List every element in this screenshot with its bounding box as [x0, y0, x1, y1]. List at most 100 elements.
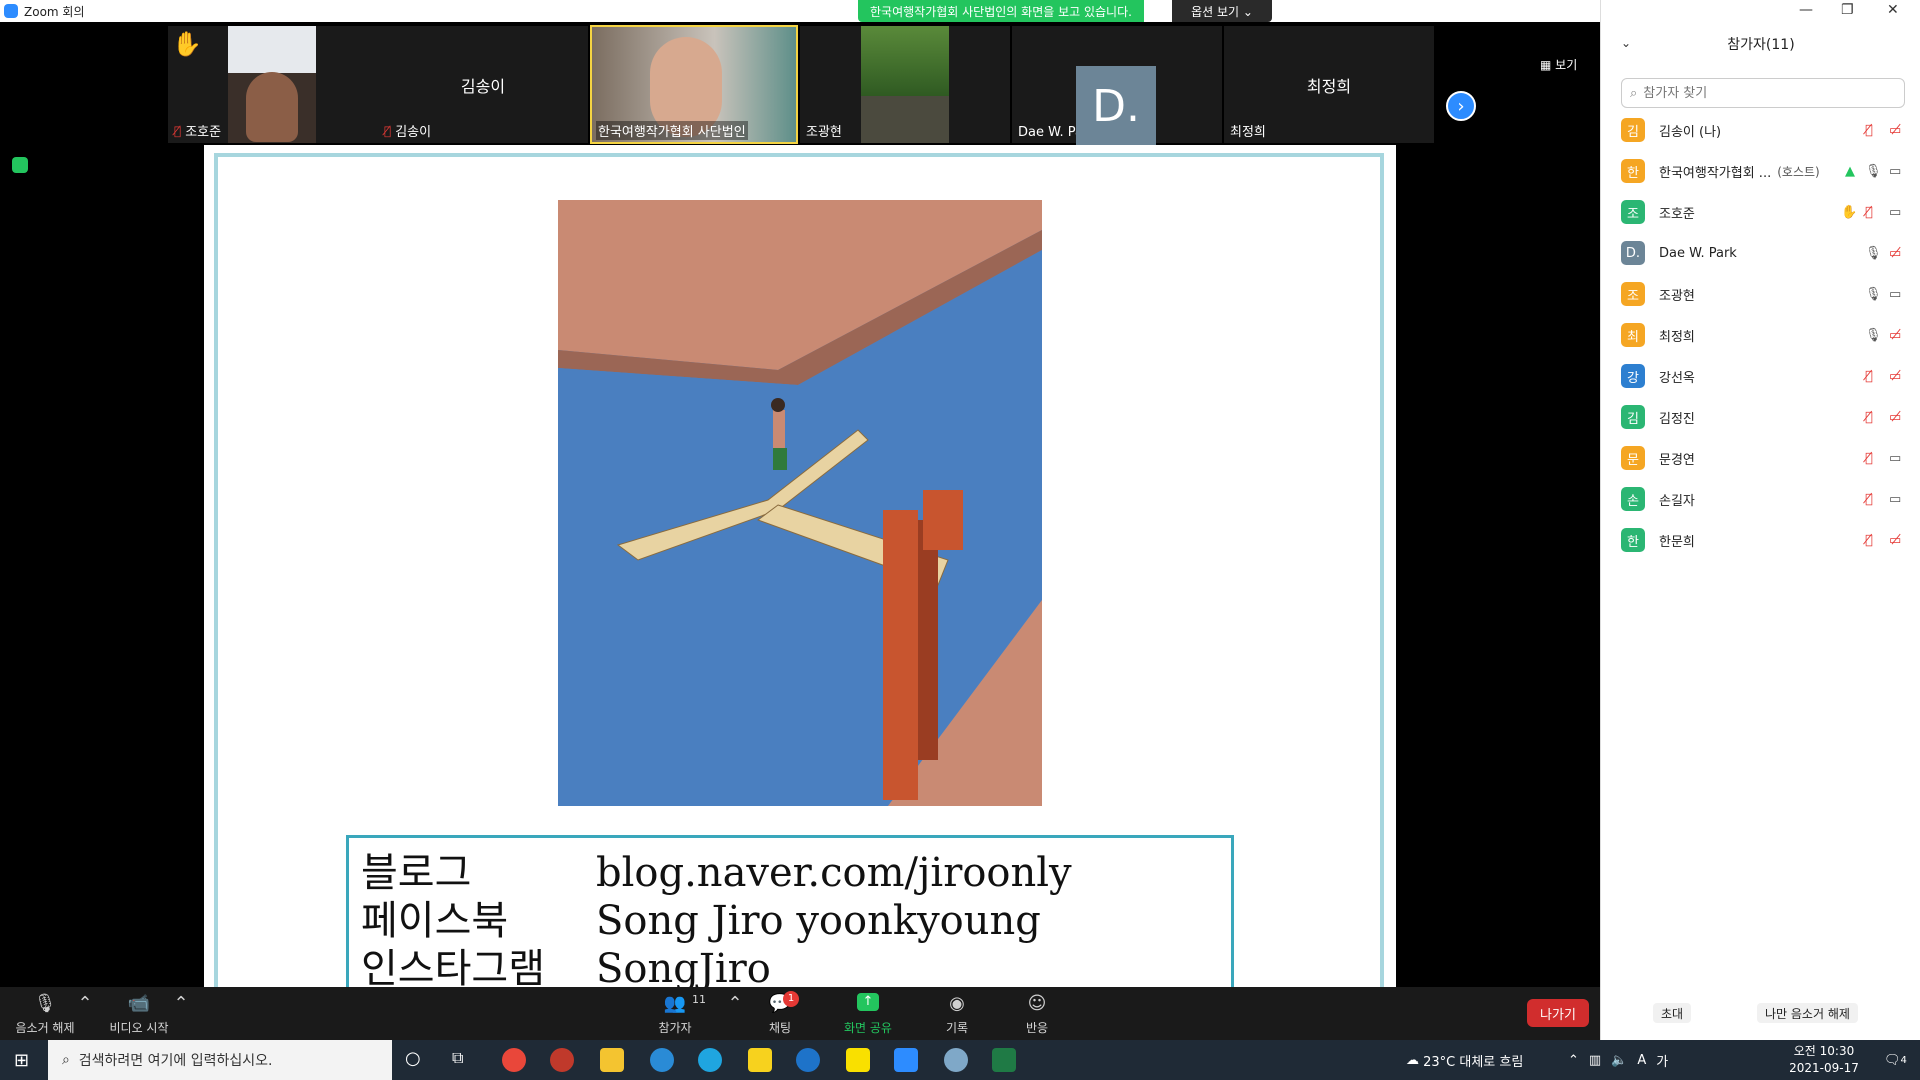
chat-badge: 1	[783, 991, 799, 1007]
participant-name: 강선옥	[1659, 370, 1695, 386]
chat-button[interactable]: 💬 채팅 1	[755, 991, 805, 1036]
participant-row[interactable]: 한 한문희 🎙̸ ▭̸	[1621, 525, 1911, 555]
notification-center[interactable]: 🗨 4	[1884, 1040, 1907, 1080]
zoom-taskbar-icon[interactable]	[894, 1048, 918, 1072]
search-input[interactable]	[1643, 85, 1884, 101]
mic-off-icon: 🎙̸	[1865, 122, 1873, 138]
taskbar-search[interactable]: ⌕ 검색하려면 여기에 입력하십시오.	[48, 1040, 392, 1080]
participant-search[interactable]: ⌕	[1621, 78, 1905, 108]
cloud-icon: ☁	[1406, 1052, 1419, 1068]
video-off-icon: ▭̸	[1889, 532, 1902, 548]
info-value: SongJiro	[596, 946, 771, 992]
mic-icon: 🎙	[1865, 245, 1882, 261]
system-tray: ⌃ ▥ 🔈 A 가	[1568, 1040, 1668, 1080]
mic-off-icon: 🎙̸	[384, 123, 392, 138]
sticky-notes-icon[interactable]	[748, 1048, 772, 1072]
meeting-toolbar: 🎙 음소거 해제 ⌃ 📹 비디오 시작 ⌃ 👥 참가자 11 ⌃ 💬 채팅 1 ↑ 화면 …	[0, 987, 1600, 1040]
tile-name: 김송이	[395, 125, 432, 140]
taskbar-clock[interactable]: 오전 10:30 2021-09-17	[1780, 1043, 1868, 1077]
view-button[interactable]: ▦ 보기	[1540, 56, 1577, 73]
unmute-me-button[interactable]: 나만 음소거 해제	[1757, 1003, 1858, 1023]
tile-name: 최정희	[1230, 125, 1266, 140]
video-icon: ▭	[1889, 286, 1902, 302]
participant-name: 김정진	[1659, 411, 1695, 427]
record-button[interactable]: ◉ 기록	[932, 993, 982, 1036]
reactions-button[interactable]: ☺ 반응	[1012, 993, 1062, 1036]
invite-button[interactable]: 초대	[1653, 1003, 1692, 1023]
participant-row[interactable]: 김 김정진 🎙̸ ▭̸	[1621, 402, 1911, 432]
participant-name: 김송이 (나)	[1659, 124, 1722, 140]
view-options-button[interactable]: 옵션 보기 ⌄	[1172, 0, 1272, 22]
weather-text: 23°C 대체로 흐림	[1423, 1054, 1524, 1070]
video-icon: ▭	[1889, 163, 1902, 179]
avatar: 한	[1621, 159, 1645, 183]
shield-icon[interactable]	[12, 157, 28, 173]
participant-name: 한문희	[1659, 534, 1695, 550]
browser-app-icon[interactable]	[650, 1048, 674, 1072]
video-off-icon: ▭̸	[1889, 327, 1902, 343]
smile-icon: ☺	[1027, 993, 1047, 1014]
kakaotalk-icon[interactable]	[846, 1048, 870, 1072]
windows-start-icon[interactable]: ⊞	[14, 1050, 34, 1071]
participant-row[interactable]: D. Dae W. Park 🎙 ▭̸	[1621, 238, 1911, 268]
share-screen-button[interactable]: ↑ 화면 공유	[836, 993, 900, 1036]
video-icon: ▭	[1889, 204, 1902, 220]
participants-icon: 👥	[663, 993, 687, 1014]
participant-row[interactable]: 손 손길자 🎙̸ ▭	[1621, 484, 1911, 514]
ime-icon[interactable]: A	[1637, 1053, 1646, 1068]
app-icon[interactable]	[944, 1048, 968, 1072]
ie-app-icon[interactable]	[796, 1048, 820, 1072]
participant-row[interactable]: 문 문경연 🎙̸ ▭	[1621, 443, 1911, 473]
video-options-caret[interactable]: ⌃	[168, 993, 188, 1019]
participant-row[interactable]: 최 최정희 🎙 ▭̸	[1621, 320, 1911, 350]
video-off-icon: 📹	[127, 993, 151, 1014]
clock-date: 2021-09-17	[1789, 1061, 1859, 1075]
active-speaker-video[interactable]: 한국여행작가협회 사단법인	[590, 25, 798, 144]
maximize-icon[interactable]: ❐	[1841, 2, 1854, 18]
participant-row[interactable]: 한 한국여행작가협회 ... (호스트) ▲ 🎙 ▭	[1621, 156, 1911, 186]
close-icon[interactable]: ✕	[1887, 2, 1899, 18]
raised-hand-icon: ✋	[172, 30, 202, 58]
mic-muted-icon: 🎙	[33, 993, 57, 1014]
chrome-app-icon[interactable]	[502, 1048, 526, 1072]
participant-row[interactable]: 김 김송이 (나) 🎙̸ ▭̸	[1621, 115, 1911, 145]
pool-illustration	[558, 200, 1042, 806]
participant-row[interactable]: 조 조호준 ✋ 🎙̸ ▭	[1621, 197, 1911, 227]
language-icon[interactable]: 가	[1656, 1051, 1668, 1070]
video-tile[interactable]: 최정희 최정희	[1224, 26, 1434, 143]
start-video-button[interactable]: 📹 비디오 시작	[104, 993, 174, 1036]
caret-up-icon: ⌃	[173, 993, 189, 1014]
unmute-button[interactable]: 🎙 음소거 해제	[10, 993, 80, 1036]
participants-panel: — ❐ ✕ ⌄ 참가자(11) ⌕ 김 김송이 (나) 🎙̸ ▭̸ 한 한국여행…	[1600, 0, 1920, 1040]
cortana-icon[interactable]: ○	[405, 1048, 429, 1072]
network-icon[interactable]: ▥	[1589, 1053, 1601, 1068]
video-tile[interactable]: 김송이 🎙̸ 김송이	[378, 26, 588, 143]
video-off-icon: ▭̸	[1889, 122, 1902, 138]
participant-row[interactable]: 강 강선옥 🎙̸ ▭̸	[1621, 361, 1911, 391]
participant-name: 조광현	[1659, 288, 1695, 304]
host-tag: (호스트)	[1777, 164, 1820, 179]
leave-button[interactable]: 나가기	[1527, 999, 1589, 1027]
participant-name: 조호준	[1659, 206, 1695, 222]
participants-caret[interactable]: ⌃	[722, 993, 742, 1019]
participants-button[interactable]: 👥 참가자 11	[650, 993, 706, 1036]
audio-options-caret[interactable]: ⌃	[72, 993, 92, 1019]
edge-app-icon[interactable]	[698, 1048, 722, 1072]
chevron-up-icon[interactable]: ⌃	[1568, 1053, 1579, 1068]
info-label: 인스타그램	[361, 946, 545, 992]
next-page-button[interactable]: ›	[1446, 91, 1476, 121]
task-view-icon[interactable]: ⧉	[452, 1048, 476, 1072]
windows-taskbar: ⊞ ⌕ 검색하려면 여기에 입력하십시오. ○ ⧉ ☁ 23°C 대체로 흐림 …	[0, 1040, 1920, 1080]
speaker-icon[interactable]: 🔈	[1611, 1053, 1627, 1068]
mic-off-icon: 🎙̸	[1865, 409, 1873, 425]
weather-widget[interactable]: ☁ 23°C 대체로 흐림	[1406, 1040, 1523, 1080]
participant-name: 한국여행작가협회 ...	[1659, 165, 1772, 181]
diving-board-image	[558, 200, 1042, 806]
excel-app-icon[interactable]	[992, 1048, 1016, 1072]
caret-up-icon: ⌃	[77, 993, 93, 1014]
zoom-window: Zoom 회의 한국여행작가협회 사단법인의 화면을 보고 있습니다. 옵션 보…	[0, 0, 1920, 1080]
participant-row[interactable]: 조 조광현 🎙 ▭	[1621, 279, 1911, 309]
file-explorer-icon[interactable]	[600, 1048, 624, 1072]
minimize-icon[interactable]: —	[1799, 2, 1813, 18]
paint-app-icon[interactable]	[550, 1048, 574, 1072]
